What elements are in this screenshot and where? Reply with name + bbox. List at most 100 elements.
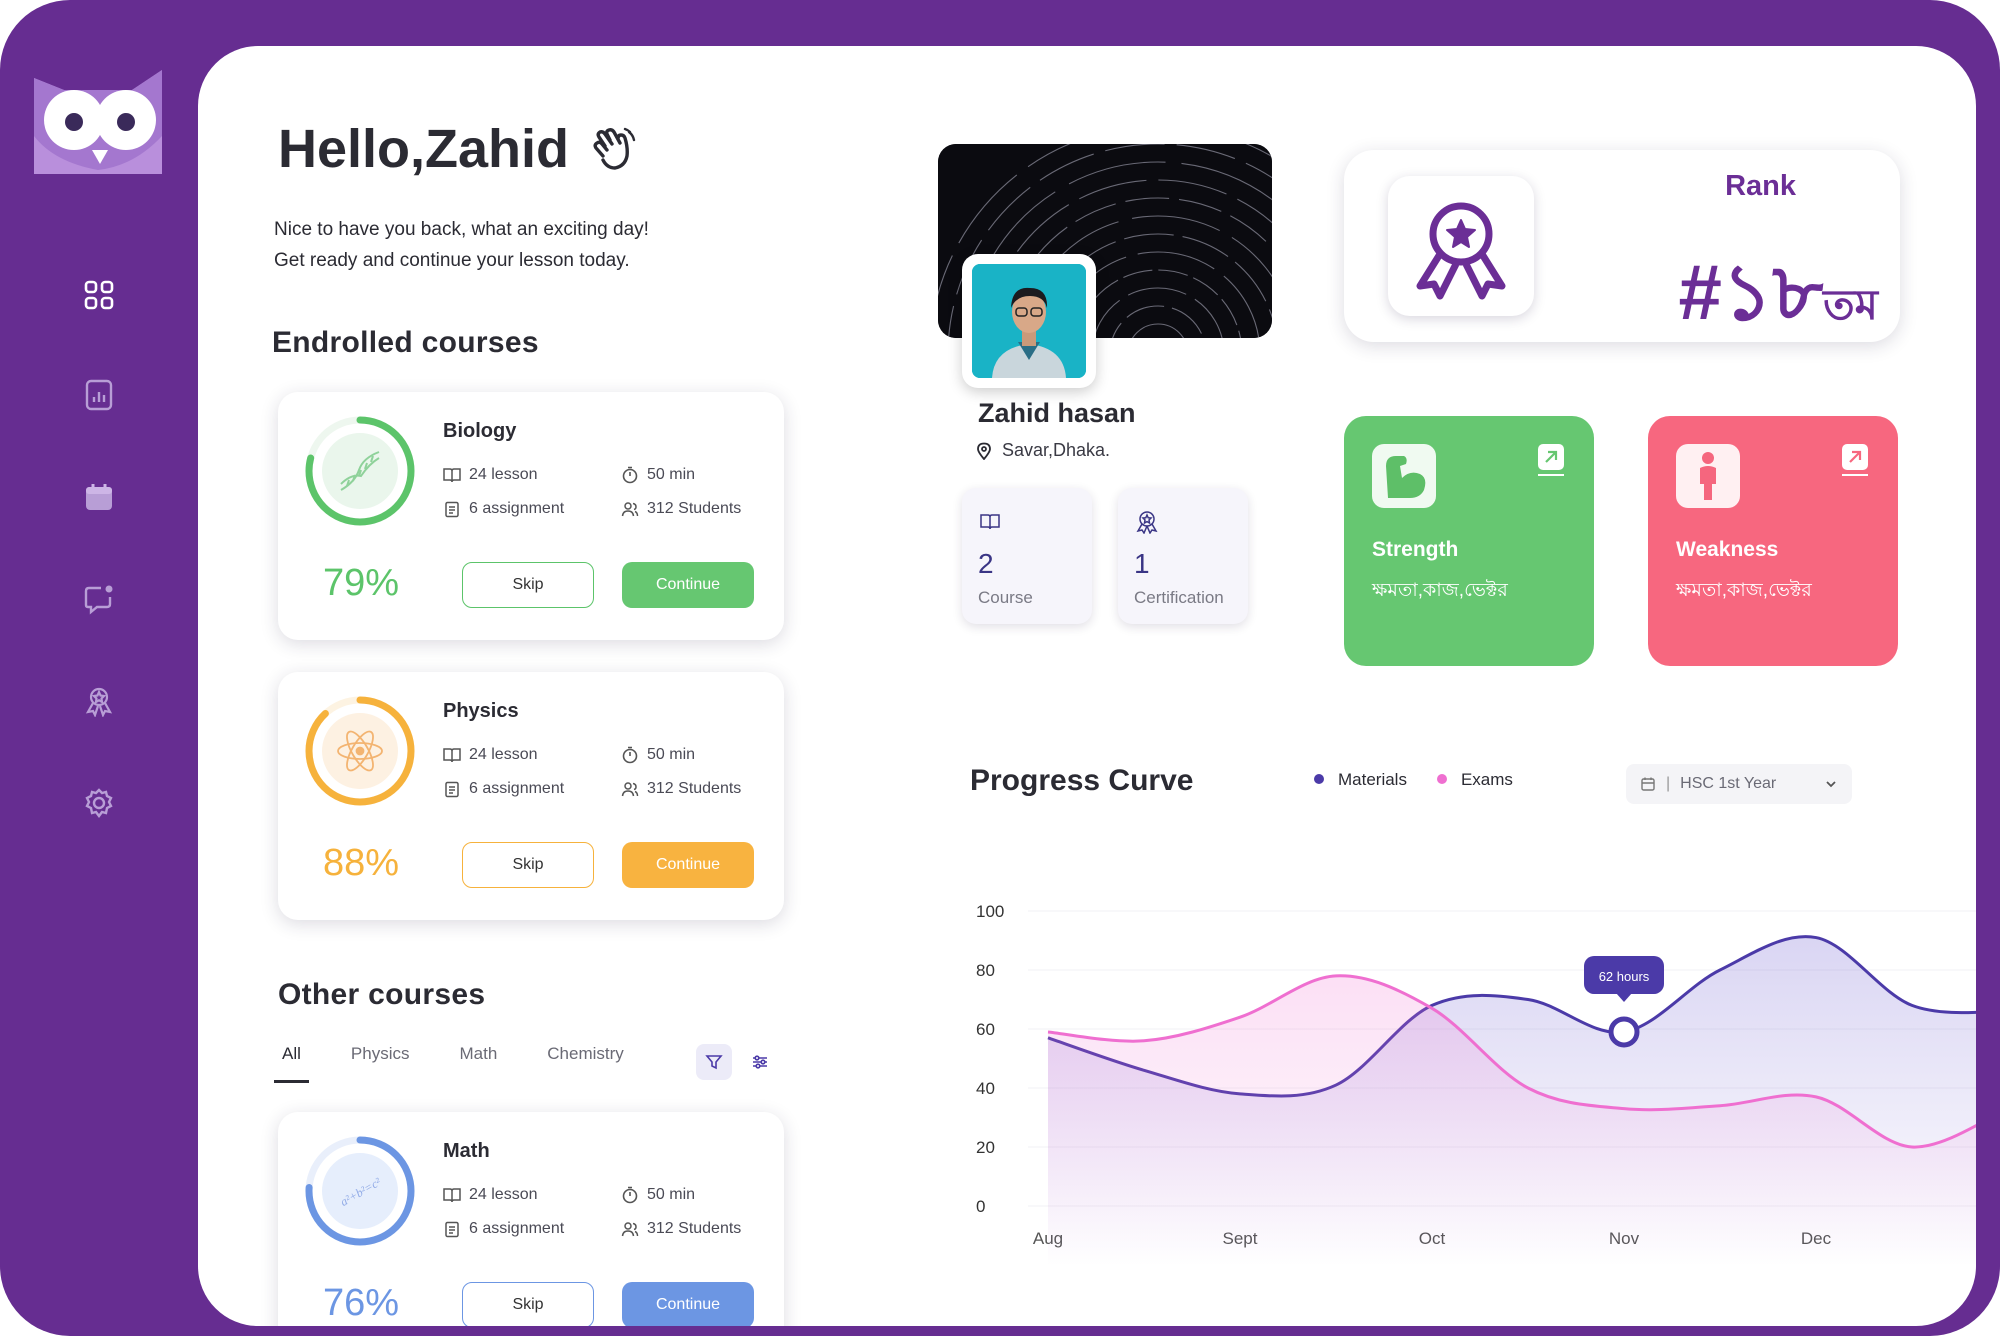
duration: 50 min bbox=[621, 466, 695, 484]
settings-icon bbox=[85, 788, 113, 818]
location-pin-icon bbox=[977, 442, 991, 460]
rank-suffix: তম bbox=[1823, 281, 1878, 328]
book-icon bbox=[443, 468, 461, 483]
lessons: 24 lesson bbox=[443, 746, 538, 764]
progress-ring: a²+b²=c² bbox=[305, 1136, 415, 1246]
course-card-physics[interactable]: Physics 24 lesson 50 min 6 assignment 31… bbox=[278, 672, 784, 920]
clipboard-icon bbox=[445, 781, 459, 798]
students: 312 Students bbox=[621, 1220, 741, 1238]
chart-series bbox=[1047, 935, 1976, 1266]
greeting-text: Hello,Zahid bbox=[278, 119, 570, 179]
intro-text: Nice to have you back, what an exciting … bbox=[274, 214, 649, 276]
y-axis-ticks: 100 80 60 40 20 0 bbox=[976, 902, 1004, 1216]
tab-all[interactable]: All bbox=[274, 1044, 309, 1083]
weakness-open-button[interactable] bbox=[1842, 444, 1868, 470]
rank-number: #১৮ bbox=[1678, 248, 1824, 336]
tooltip-pointer bbox=[1616, 992, 1632, 1002]
nav-report[interactable] bbox=[80, 376, 118, 414]
tab-chemistry[interactable]: Chemistry bbox=[539, 1044, 632, 1083]
rank-card: Rank #১৮তম bbox=[1344, 150, 1900, 342]
skip-button[interactable]: Skip bbox=[462, 842, 594, 888]
tab-physics[interactable]: Physics bbox=[343, 1044, 418, 1083]
skip-button[interactable]: Skip bbox=[462, 562, 594, 608]
app-frame: Hello,Zahid Nice to have you back, what … bbox=[0, 0, 2000, 1336]
certification-count: 1 bbox=[1134, 548, 1150, 579]
y-tick-label: 60 bbox=[976, 1020, 995, 1039]
y-tick-label: 80 bbox=[976, 961, 995, 980]
weakness-title: Weakness bbox=[1676, 538, 1779, 561]
y-tick-label: 20 bbox=[976, 1138, 995, 1157]
weakness-icon-box bbox=[1676, 444, 1740, 508]
assignments: 6 assignment bbox=[443, 780, 564, 798]
users-icon bbox=[621, 782, 639, 797]
filter-icon bbox=[705, 1055, 723, 1070]
year-select[interactable]: | HSC 1st Year bbox=[1626, 764, 1852, 804]
continue-button[interactable]: Continue bbox=[622, 842, 754, 888]
course-name: Biology bbox=[443, 420, 517, 442]
chat-icon bbox=[84, 585, 113, 615]
stopwatch-icon bbox=[622, 466, 638, 484]
select-value: HSC 1st Year bbox=[1680, 775, 1777, 792]
course-card-math[interactable]: a²+b²=c² Math 24 lesson 50 min 6 assignm… bbox=[278, 1112, 784, 1326]
assignments: 6 assignment bbox=[443, 1220, 564, 1238]
chart-legend: Materials Exams bbox=[1314, 770, 1513, 790]
continue-button[interactable]: Continue bbox=[622, 1282, 754, 1326]
progress-curve-title: Progress Curve bbox=[970, 764, 1194, 797]
stopwatch-icon bbox=[622, 1186, 638, 1204]
strength-card[interactable]: Strength ক্ষমতা,কাজ,ভেক্টর bbox=[1344, 416, 1594, 666]
highlight-point bbox=[1608, 1016, 1640, 1048]
nav-dashboard[interactable] bbox=[80, 276, 118, 314]
owl-logo bbox=[34, 70, 162, 174]
students: 312 Students bbox=[621, 780, 741, 798]
y-tick-label: 40 bbox=[976, 1079, 995, 1098]
filter-button[interactable] bbox=[696, 1044, 732, 1080]
nav-chat[interactable] bbox=[80, 580, 118, 618]
tab-math[interactable]: Math bbox=[451, 1044, 505, 1083]
course-percent: 76% bbox=[323, 1282, 400, 1324]
arrow-underline bbox=[1538, 474, 1564, 476]
stopwatch-icon bbox=[622, 746, 638, 764]
person-icon bbox=[1700, 452, 1716, 500]
course-count-card[interactable]: 2 Course bbox=[962, 488, 1092, 624]
other-courses-heading: Other courses bbox=[278, 978, 486, 1011]
rank-label: Rank bbox=[1725, 170, 1796, 202]
weakness-card[interactable]: Weakness ক্ষমতা,কাজ,ভেক্টর bbox=[1648, 416, 1898, 666]
nav-calendar[interactable] bbox=[80, 478, 118, 516]
chevron-down-icon bbox=[1826, 781, 1836, 788]
course-count-label: Course bbox=[978, 588, 1033, 607]
strength-icon-box bbox=[1372, 444, 1436, 508]
strength-open-button[interactable] bbox=[1538, 444, 1564, 470]
skip-button[interactable]: Skip bbox=[462, 1282, 594, 1326]
flexed-arm-icon bbox=[1386, 456, 1426, 498]
progress-chart: 100806040200 AugSeptOctNovDecJan 62 hour… bbox=[976, 902, 1976, 1266]
course-card-biology[interactable]: Biology 24 lesson 50 min 6 assignment 31… bbox=[278, 392, 784, 640]
arrow-up-right-icon bbox=[1545, 450, 1558, 463]
certification-card[interactable]: 1 Certification bbox=[1118, 488, 1248, 624]
book-icon bbox=[980, 514, 1000, 530]
duration: 50 min bbox=[621, 1186, 695, 1204]
calendar-icon bbox=[1641, 777, 1655, 791]
nav-settings[interactable] bbox=[80, 784, 118, 822]
duration: 50 min bbox=[621, 746, 695, 764]
course-name: Physics bbox=[443, 700, 519, 722]
y-tick-label: 100 bbox=[976, 902, 1004, 921]
course-filter-tabs: All Physics Math Chemistry bbox=[274, 1044, 666, 1083]
clipboard-icon bbox=[445, 501, 459, 518]
course-count: 2 bbox=[978, 548, 994, 579]
calendar-icon bbox=[86, 484, 112, 510]
dashboard-icon bbox=[84, 280, 114, 310]
medal-icon bbox=[1136, 511, 1158, 534]
strength-subtitle: ক্ষমতা,কাজ,ভেক্টর bbox=[1372, 580, 1508, 601]
y-tick-label: 0 bbox=[976, 1197, 985, 1216]
progress-ring bbox=[305, 416, 415, 526]
profile-avatar[interactable] bbox=[962, 254, 1096, 388]
nav-award[interactable] bbox=[80, 682, 118, 720]
sliders-icon bbox=[753, 1055, 767, 1069]
users-icon bbox=[621, 1222, 639, 1237]
rank-badge bbox=[1388, 176, 1534, 316]
lessons: 24 lesson bbox=[443, 466, 538, 484]
rank-value: #১৮তম bbox=[1679, 232, 1878, 362]
sort-button[interactable] bbox=[746, 1048, 774, 1076]
continue-button[interactable]: Continue bbox=[622, 562, 754, 608]
intro-line-1: Nice to have you back, what an exciting … bbox=[274, 219, 649, 240]
